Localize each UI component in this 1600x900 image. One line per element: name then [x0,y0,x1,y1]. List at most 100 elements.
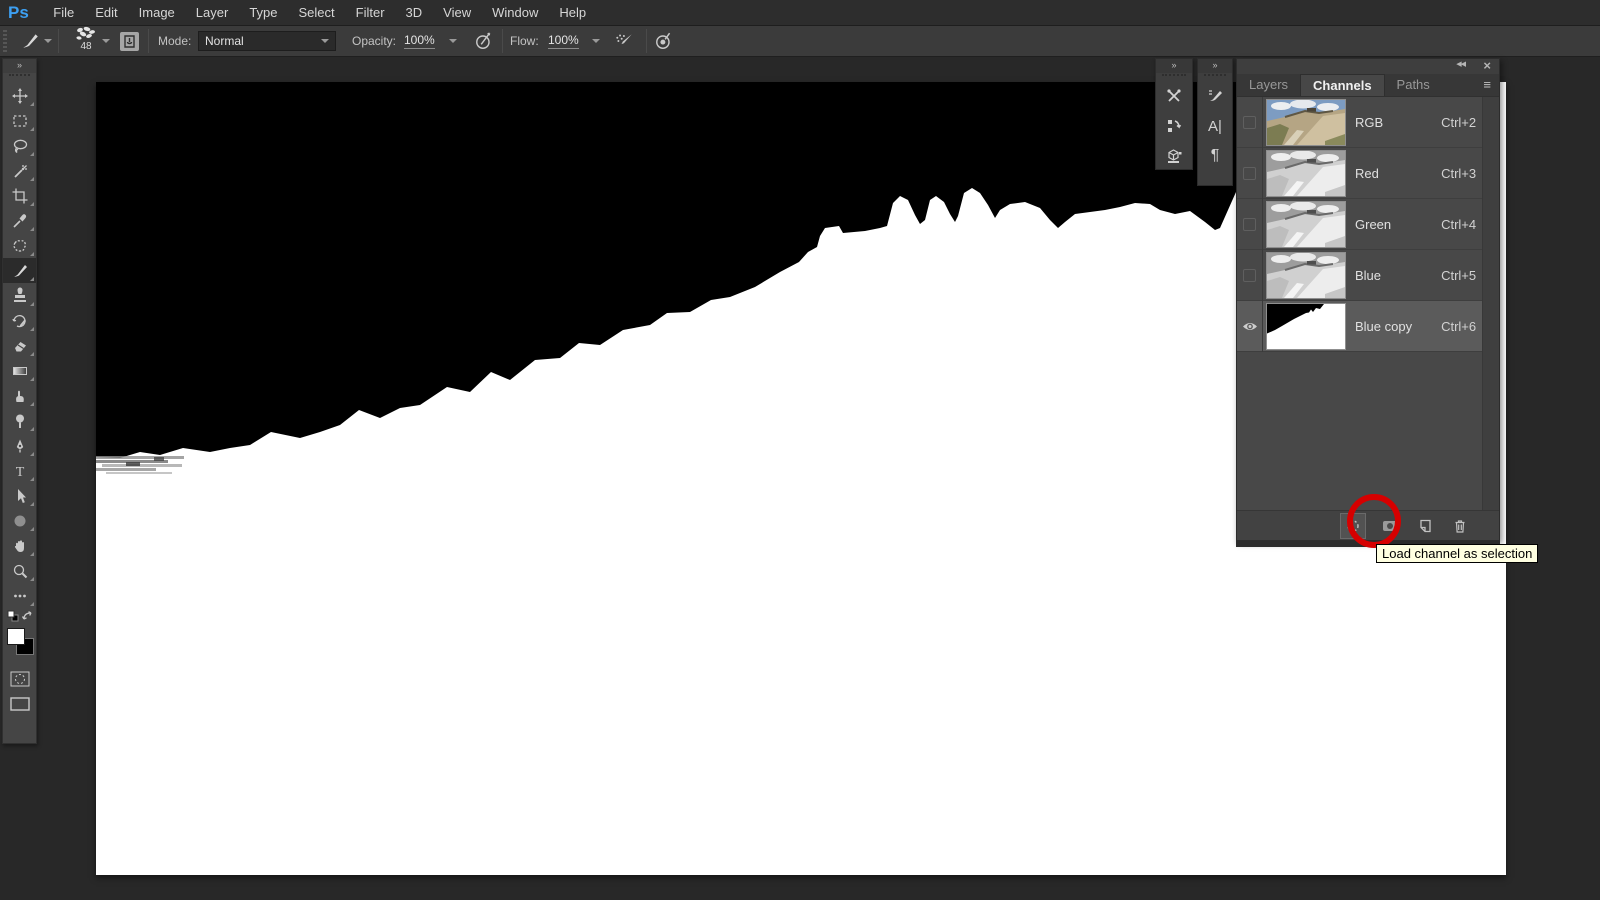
pen-tool-icon [11,437,29,455]
swap-colors-icon[interactable] [23,612,32,619]
foreground-color-swatch[interactable] [7,628,25,645]
patch-tool[interactable] [3,233,36,258]
menu-image[interactable]: Image [128,0,185,25]
toolbar-grip[interactable] [9,74,30,82]
channel-row-blue-copy[interactable]: Blue copyCtrl+6 [1237,301,1482,352]
visibility-toggle[interactable] [1237,199,1263,250]
lasso-tool[interactable] [3,133,36,158]
menu-file[interactable]: File [43,0,85,25]
3d-panel-icon[interactable] [1156,141,1192,171]
quick-mask-button[interactable] [3,666,36,691]
path-selection-tool-icon [11,487,29,505]
trash-icon [1452,518,1468,534]
dodge-tool[interactable] [3,408,36,433]
eyedropper-tool[interactable] [3,208,36,233]
channel-thumbnail[interactable] [1266,99,1346,146]
menu-view[interactable]: View [433,0,482,25]
history-panel-icon[interactable] [1156,111,1192,141]
menu-filter[interactable]: Filter [345,0,395,25]
crop-tool[interactable] [3,183,36,208]
expand-panels-icon[interactable]: » [1156,59,1192,73]
delete-channel-button[interactable] [1449,515,1471,537]
type-tool[interactable]: T [3,458,36,483]
clone-stamp-tool[interactable] [3,283,36,308]
paragraph-panel-icon[interactable]: ¶ [1198,141,1232,171]
menu-type[interactable]: Type [239,0,288,25]
mode-label: Mode: [158,34,191,48]
visibility-toggle[interactable] [1237,301,1263,352]
chevron-down-icon[interactable] [102,39,110,43]
toolbar-collapse-header[interactable]: » [3,59,36,73]
chevron-down-icon[interactable] [449,39,457,43]
collapse-to-icons-button[interactable]: ◀◀ [1456,60,1465,68]
tab-layers[interactable]: Layers [1237,74,1300,96]
pen-tool[interactable] [3,433,36,458]
close-icon[interactable]: × [1483,58,1491,73]
rectangular-marquee-tool[interactable] [3,108,36,133]
channel-row-green[interactable]: GreenCtrl+4 [1237,199,1482,250]
default-colors-icon[interactable] [8,611,18,621]
channel-thumbnail[interactable] [1266,252,1346,299]
menu-window[interactable]: Window [482,0,549,25]
tool-presets-panel-icon[interactable] [1156,81,1192,111]
visibility-checkbox-empty [1243,167,1256,180]
visibility-toggle[interactable] [1237,148,1263,199]
channels-panel: ◀◀ × LayersChannelsPaths ≡ RGBCtrl+2 RedC… [1236,58,1500,541]
tools-panel: » T [2,58,37,744]
current-tool-button[interactable] [20,26,52,56]
visibility-toggle[interactable] [1237,250,1263,301]
rectangular-marquee-tool-icon [11,112,29,130]
menu-layer[interactable]: Layer [185,0,239,25]
visibility-toggle[interactable] [1237,97,1263,148]
toggle-brush-panel-icon[interactable] [120,32,139,51]
move-tool[interactable] [3,83,36,108]
load-channel-as-selection-button[interactable] [1340,513,1366,539]
channel-row-red[interactable]: RedCtrl+3 [1237,148,1482,199]
visibility-checkbox-empty [1243,116,1256,129]
panel-titlebar[interactable]: ◀◀ × [1237,59,1499,74]
path-selection-tool[interactable] [3,483,36,508]
tab-paths[interactable]: Paths [1385,74,1442,96]
channel-row-blue[interactable]: BlueCtrl+5 [1237,250,1482,301]
brush-preset-picker[interactable]: 48 [74,26,98,56]
channel-thumbnail[interactable] [1266,201,1346,248]
tab-channels[interactable]: Channels [1300,74,1385,96]
save-selection-as-channel-button[interactable] [1379,515,1401,537]
airbrush-icon[interactable] [614,26,636,56]
menu-select[interactable]: Select [288,0,345,25]
brush-panel-icon[interactable] [1198,81,1232,111]
hand-tool-icon [11,537,29,555]
menu-3d[interactable]: 3D [395,0,433,25]
channel-thumbnail[interactable] [1266,150,1346,197]
eraser-tool[interactable] [3,333,36,358]
new-channel-button[interactable] [1414,515,1436,537]
character-panel-icon[interactable]: A| [1198,111,1232,141]
opacity-value[interactable]: 100% [404,33,435,49]
eyedropper-tool-icon [11,212,29,230]
screen-mode-button[interactable] [3,691,36,716]
photoshop-logo: Ps [8,3,29,23]
menu-help[interactable]: Help [549,0,597,25]
zoom-tool[interactable] [3,558,36,583]
chevron-down-icon[interactable] [592,39,600,43]
more-tools[interactable] [3,583,36,608]
visibility-checkbox-empty [1243,218,1256,231]
channel-name: RGB [1355,115,1441,130]
history-brush-tool[interactable] [3,308,36,333]
panel-menu-icon[interactable]: ≡ [1483,79,1491,91]
svg-text:T: T [15,465,24,480]
brush-tool[interactable] [3,258,36,283]
expand-panels-icon[interactable]: » [1198,59,1232,73]
magic-wand-tool[interactable] [3,158,36,183]
menu-edit[interactable]: Edit [85,0,128,25]
gradient-tool[interactable] [3,358,36,383]
flow-value[interactable]: 100% [548,33,579,49]
ellipse-tool[interactable] [3,508,36,533]
hand-tool[interactable] [3,533,36,558]
channel-thumbnail[interactable] [1266,303,1346,350]
channel-row-rgb[interactable]: RGBCtrl+2 [1237,97,1482,148]
tablet-pressure-opacity-icon[interactable] [474,26,494,56]
smudge-tool[interactable] [3,383,36,408]
tablet-pressure-size-icon[interactable] [654,26,674,56]
blend-mode-select[interactable]: Normal [198,31,336,51]
